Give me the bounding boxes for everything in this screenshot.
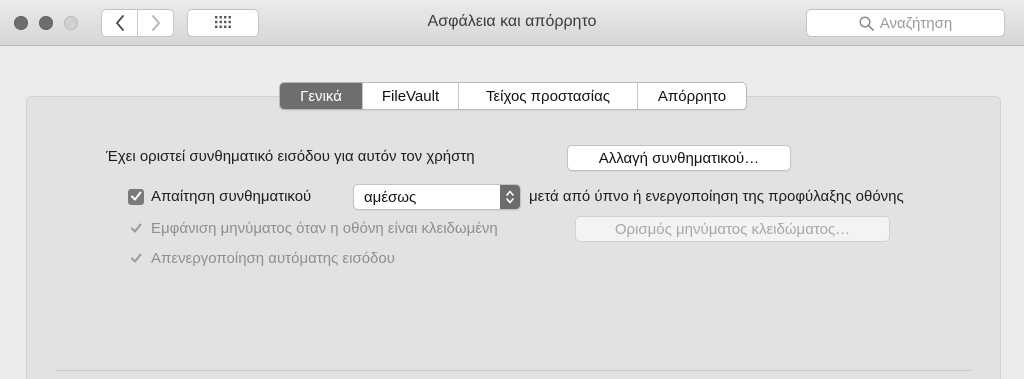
require-password-label: Απαίτηση συνθηματικού [151, 188, 312, 205]
tab-privacy[interactable]: Απόρρητο [637, 83, 746, 109]
show-message-label: Εμφάνιση μηνύματος όταν η οθόνη είναι κλ… [151, 220, 498, 237]
grid-icon [215, 15, 231, 32]
require-password-suffix: μετά από ύπνο ή ενεργοποίηση της προφύλα… [529, 188, 904, 205]
search-placeholder: Αναζήτηση [879, 14, 953, 32]
title-bar: Ασφάλεια και απόρρητο Αναζήτηση [0, 0, 1024, 46]
change-password-button[interactable]: Αλλαγή συνθηματικού… [567, 145, 791, 171]
chevron-right-icon [151, 15, 161, 31]
forward-button[interactable] [137, 10, 173, 36]
window-title: Ασφάλεια και απόρρητο [427, 13, 597, 30]
back-button[interactable] [102, 10, 137, 36]
tab-firewall[interactable]: Τείχος προστασίας [458, 83, 637, 109]
checkmark-icon [130, 189, 142, 206]
show-message-checkbox[interactable] [128, 221, 144, 237]
checkmark-icon [130, 221, 142, 238]
set-lock-message-button[interactable]: Ορισμός μηνύματος κλειδώματος… [575, 216, 890, 242]
require-password-delay-popup[interactable]: αμέσως [353, 184, 521, 210]
require-password-checkbox[interactable] [128, 189, 144, 205]
show-all-button[interactable] [187, 9, 259, 37]
tab-bar: Γενικά FileVault Τείχος προστασίας Απόρρ… [279, 82, 747, 110]
chevron-left-icon [115, 15, 125, 31]
close-window-button[interactable] [14, 16, 28, 30]
disable-auto-login-checkbox[interactable] [128, 251, 144, 267]
tab-general[interactable]: Γενικά [280, 83, 362, 109]
divider [56, 370, 971, 371]
tab-filevault[interactable]: FileVault [362, 83, 458, 109]
zoom-window-button[interactable] [64, 16, 78, 30]
updown-arrows-icon [500, 185, 520, 209]
popup-value: αμέσως [364, 188, 417, 206]
search-field[interactable]: Αναζήτηση [806, 9, 1005, 37]
checkmark-icon [130, 251, 142, 268]
navigation-buttons [101, 9, 174, 37]
password-set-label: Έχει οριστεί συνθηματικό εισόδου για αυτ… [106, 148, 475, 165]
search-icon [859, 15, 874, 31]
disable-auto-login-label: Απενεργοποίηση αυτόματης εισόδου [151, 250, 395, 267]
minimize-window-button[interactable] [39, 16, 53, 30]
